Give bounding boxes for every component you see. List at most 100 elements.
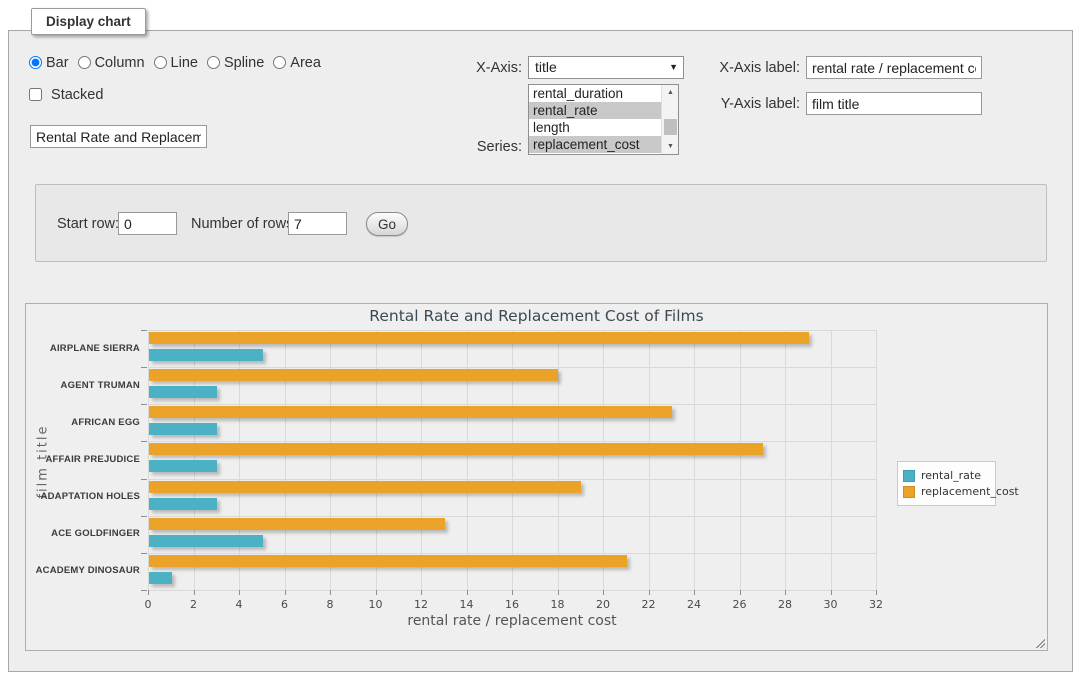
scroll-thumb[interactable] <box>664 119 677 135</box>
chart-type-radio-line[interactable] <box>154 56 167 69</box>
x-axis-tick <box>421 590 422 595</box>
start-row-label: Start row: <box>57 216 119 232</box>
series-option-rental_rate[interactable]: rental_rate <box>529 102 661 119</box>
x-tick-label: 32 <box>861 598 891 611</box>
legend-row: replacement_cost <box>903 485 990 498</box>
category-label: AIRPLANE SIERRA <box>28 343 140 354</box>
gridline <box>694 330 695 590</box>
bar-rental_rate <box>149 535 263 547</box>
x-tick-label: 18 <box>543 598 573 611</box>
legend-label: replacement_cost <box>921 485 1019 498</box>
y-axis-tick <box>141 367 147 368</box>
x-axis-tick <box>740 590 741 595</box>
legend-swatch-replacement_cost <box>903 486 915 498</box>
x-tick-label: 26 <box>725 598 755 611</box>
y-axis-tick <box>141 590 147 591</box>
bar-rental_rate <box>149 572 172 584</box>
category-label: ACE GOLDFINGER <box>28 528 140 539</box>
chart-type-option-label: Spline <box>224 55 264 71</box>
chart-type-radio-column[interactable] <box>78 56 91 69</box>
series-select-label: Series: <box>432 139 522 155</box>
stacked-checkbox-row[interactable]: Stacked <box>29 87 103 103</box>
scroll-down-icon[interactable]: ▼ <box>662 139 679 154</box>
chart-type-radio-area[interactable] <box>273 56 286 69</box>
display-chart-fieldset: Display chart BarColumnLineSplineArea St… <box>8 30 1073 672</box>
y-axis-tick <box>141 330 147 331</box>
y-axis-label-input[interactable] <box>806 92 982 115</box>
chart-title-input[interactable] <box>30 125 207 148</box>
bar-rental_rate <box>149 349 263 361</box>
chart-type-option-spline[interactable]: Spline <box>207 55 264 71</box>
chart-type-option-bar[interactable]: Bar <box>29 55 69 71</box>
x-axis-select[interactable]: title ▼ <box>528 56 684 79</box>
chart-type-option-area[interactable]: Area <box>273 55 321 71</box>
chart-type-option-column[interactable]: Column <box>78 55 145 71</box>
gridline <box>876 330 877 590</box>
resize-handle-icon[interactable] <box>1034 637 1045 648</box>
chart-panel: Rental Rate and Replacement Cost of Film… <box>25 303 1048 651</box>
bar-replacement_cost <box>149 518 445 530</box>
x-tick-label: 10 <box>361 598 391 611</box>
series-option-replacement_cost[interactable]: replacement_cost <box>529 136 661 153</box>
x-axis-label-input[interactable] <box>806 56 982 79</box>
category-label: AFFAIR PREJUDICE <box>28 454 140 465</box>
x-axis-tick <box>694 590 695 595</box>
x-tick-label: 28 <box>770 598 800 611</box>
legend-row: rental_rate <box>903 469 990 482</box>
bar-replacement_cost <box>149 369 558 381</box>
series-option-length[interactable]: length <box>529 119 661 136</box>
number-of-rows-input[interactable] <box>288 212 347 235</box>
x-axis-tick <box>285 590 286 595</box>
row-controls-panel: Start row: Number of rows: Go <box>35 184 1047 262</box>
bar-rental_rate <box>149 386 217 398</box>
y-axis-tick <box>141 479 147 480</box>
y-axis-tick <box>141 441 147 442</box>
y-axis-tick <box>141 516 147 517</box>
chart-type-option-label: Column <box>95 55 145 71</box>
start-row-input[interactable] <box>118 212 177 235</box>
bar-replacement_cost <box>149 555 627 567</box>
scroll-up-icon[interactable]: ▲ <box>662 85 679 100</box>
x-tick-label: 0 <box>133 598 163 611</box>
gridline <box>740 330 741 590</box>
series-options: rental_durationrental_ratelengthreplacem… <box>529 85 661 154</box>
x-tick-label: 20 <box>588 598 618 611</box>
x-axis-tick <box>603 590 604 595</box>
category-label: ACADEMY DINOSAUR <box>28 565 140 576</box>
series-option-rental_duration[interactable]: rental_duration <box>529 85 661 102</box>
gridline <box>649 330 650 590</box>
x-axis-tick <box>649 590 650 595</box>
chart-type-radio-bar[interactable] <box>29 56 42 69</box>
gridline <box>603 330 604 590</box>
x-tick-label: 22 <box>634 598 664 611</box>
category-label: AGENT TRUMAN <box>28 380 140 391</box>
y-axis-label-text: Y-Axis label: <box>700 96 800 112</box>
x-tick-label: 16 <box>497 598 527 611</box>
x-tick-label: 8 <box>315 598 345 611</box>
chart-type-radio-spline[interactable] <box>207 56 220 69</box>
chevron-down-icon: ▼ <box>669 57 678 78</box>
bar-rental_rate <box>149 460 217 472</box>
category-label: ADAPTATION HOLES <box>28 491 140 502</box>
go-button[interactable]: Go <box>366 212 408 236</box>
gridline <box>785 330 786 590</box>
fieldset-legend: Display chart <box>31 8 146 35</box>
gridline <box>148 553 876 554</box>
gridline <box>148 404 876 405</box>
chart-type-option-line[interactable]: Line <box>154 55 198 71</box>
gridline <box>148 367 876 368</box>
x-axis-tick <box>467 590 468 595</box>
bar-replacement_cost <box>149 406 672 418</box>
bar-replacement_cost <box>149 332 809 344</box>
stacked-checkbox[interactable] <box>29 88 42 101</box>
series-scrollbar[interactable]: ▲ ▼ <box>661 85 678 154</box>
x-tick-label: 14 <box>452 598 482 611</box>
y-axis-tick <box>141 553 147 554</box>
x-tick-label: 24 <box>679 598 709 611</box>
gridline <box>148 516 876 517</box>
x-axis-tick <box>376 590 377 595</box>
series-multiselect[interactable]: rental_durationrental_ratelengthreplacem… <box>528 84 679 155</box>
chart-type-option-label: Bar <box>46 55 69 71</box>
x-axis-label-text: X-Axis label: <box>700 60 800 76</box>
bar-replacement_cost <box>149 443 763 455</box>
